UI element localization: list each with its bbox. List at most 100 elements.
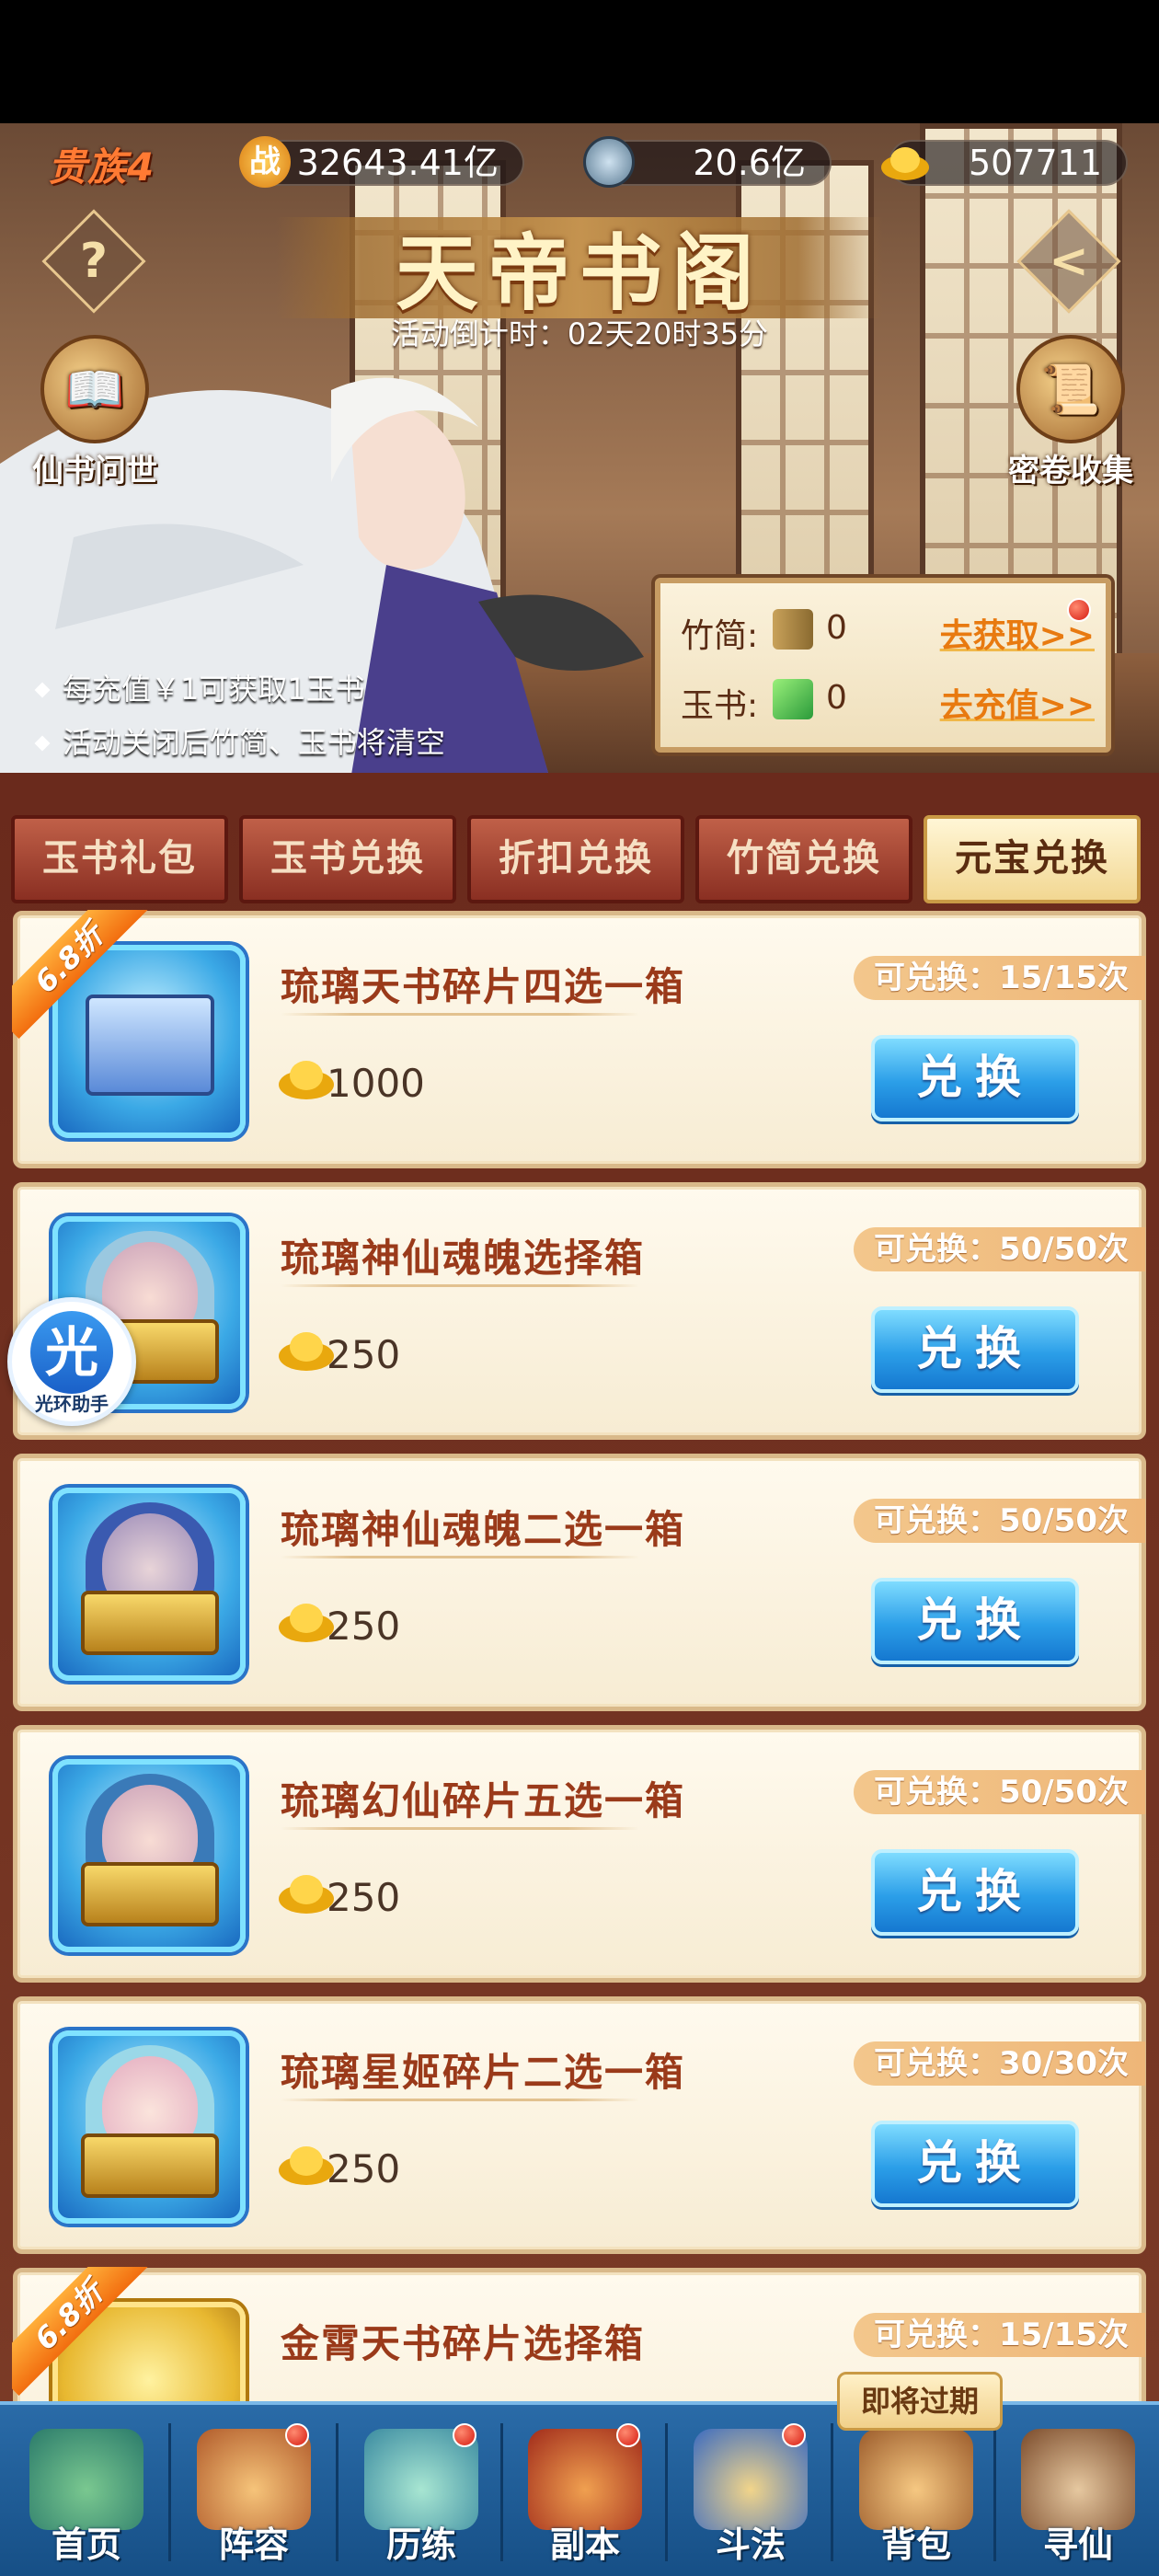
divider <box>281 1827 639 1830</box>
list-item: 琉璃星姬碎片二选一箱 250 可兑换：30/30次 兑换 <box>13 1996 1146 2254</box>
tab-jade-gift[interactable]: 玉书礼包 <box>11 815 228 903</box>
exchange-button[interactable]: 兑换 <box>871 2121 1079 2207</box>
nav-lineup[interactable]: 阵容 <box>171 2405 337 2576</box>
item-name: 琉璃星姬碎片二选一箱 <box>281 2050 686 2095</box>
scroll-icon <box>1021 2429 1135 2530</box>
list-item: 琉璃神仙魂魄二选一箱 250 可兑换：50/50次 兑换 <box>13 1454 1146 1711</box>
jade-book-icon <box>773 679 813 719</box>
jade-count: 0 <box>826 679 847 717</box>
tab-bamboo-exchange[interactable]: 竹简兑换 <box>695 815 912 903</box>
chest-icon <box>81 1591 219 1655</box>
exchange-limit: 可兑换：50/50次 <box>853 1227 1145 1271</box>
floating-assistant-button[interactable]: 光 光环助手 <box>7 1297 136 1426</box>
exchange-limit: 可兑换：50/50次 <box>853 1499 1145 1543</box>
event-rules: 每充值￥1可获取1玉书 活动关闭后竹简、玉书将清空 <box>26 662 445 769</box>
copper-display: 20.6亿 <box>583 136 832 188</box>
discount-ribbon: 6.8折 <box>12 2267 159 2401</box>
ingot-value: 507711 <box>968 143 1102 183</box>
jade-label: 玉书: <box>681 687 759 725</box>
rule-line: 每充值￥1可获取1玉书 <box>26 662 445 716</box>
exchange-limit: 可兑换：15/15次 <box>853 956 1145 1000</box>
event-countdown: 活动倒计时：02天20时35分 <box>390 316 769 351</box>
bullet-icon <box>34 735 51 752</box>
nav-label: 寻仙 <box>1042 2524 1113 2565</box>
power-icon: 战 <box>239 136 291 188</box>
item-price: 1000 <box>327 1061 425 1106</box>
vip-rank[interactable]: 贵族4 <box>48 136 155 192</box>
expiring-tip: 即将过期 <box>837 2372 1003 2431</box>
power-display: 战 32643.41亿 <box>239 136 524 188</box>
item-name: 琉璃幻仙碎片五选一箱 <box>281 1778 686 1823</box>
exchange-limit: 可兑换：15/15次 <box>853 2313 1145 2357</box>
tab-ingot-exchange[interactable]: 元宝兑换 <box>924 815 1141 903</box>
bamboo-label: 竹简: <box>681 617 759 655</box>
nav-label: 阵容 <box>218 2524 289 2565</box>
power-value: 32643.41亿 <box>296 143 499 183</box>
list-item: 6.8折 琉璃天书碎片四选一箱 1000 可兑换：15/15次 兑换 <box>12 910 1146 1168</box>
divider <box>281 1556 639 1558</box>
nav-arena[interactable]: 斗法 <box>668 2405 833 2576</box>
nav-label: 斗法 <box>715 2524 786 2565</box>
item-price: 250 <box>327 1604 401 1649</box>
chest-icon <box>81 1862 219 1926</box>
exchange-button[interactable]: 兑换 <box>871 1306 1079 1393</box>
coin-icon <box>583 136 635 188</box>
item-icon <box>52 2030 246 2224</box>
exchange-limit: 可兑换：30/30次 <box>853 2041 1145 2086</box>
scroll-collect-label: 密卷收集 <box>1008 453 1133 489</box>
nav-home[interactable]: 首页 <box>4 2405 169 2576</box>
jade-row: 玉书: 0 去充值>> <box>681 672 1104 727</box>
game-screen: { "header": { "rank": "贵族4", "power_badg… <box>0 0 1159 2576</box>
item-price: 250 <box>327 1875 401 1920</box>
tab-jade-exchange[interactable]: 玉书兑换 <box>239 815 456 903</box>
scroll-collect-button[interactable]: 📜 密卷收集 <box>990 335 1152 490</box>
tab-discount-exchange[interactable]: 折扣兑换 <box>467 815 684 903</box>
scroll-icon: 📜 <box>1016 335 1125 443</box>
recharge-link[interactable]: 去充值>> <box>940 679 1095 727</box>
question-icon: ? <box>79 234 109 289</box>
item-price: 250 <box>327 1332 401 1377</box>
nav-label: 历练 <box>385 2524 456 2565</box>
bamboo-count: 0 <box>826 609 847 647</box>
exchange-limit: 可兑换：50/50次 <box>853 1770 1145 1814</box>
tab-bar: 玉书礼包 玉书兑换 折扣兑换 竹简兑换 元宝兑换 <box>11 815 1148 903</box>
item-price: 250 <box>327 2146 401 2191</box>
nav-label: 首页 <box>51 2524 121 2565</box>
notification-dot <box>616 2423 640 2447</box>
bullet-icon <box>34 682 51 698</box>
mountain-icon <box>29 2429 143 2530</box>
nav-training[interactable]: 历练 <box>339 2405 504 2576</box>
rule-line: 活动关闭后竹简、玉书将清空 <box>26 716 445 769</box>
discount-ribbon: 6.8折 <box>12 910 159 1057</box>
notification-dot <box>1067 598 1091 622</box>
nav-seek-immortal[interactable]: 寻仙 <box>995 2405 1159 2576</box>
exchange-panel: 玉书礼包 玉书兑换 折扣兑换 竹简兑换 元宝兑换 6.8折 琉璃天书碎片四选一箱… <box>0 773 1159 2401</box>
exchange-list: 6.8折 琉璃天书碎片四选一箱 1000 可兑换：15/15次 兑换 琉璃神仙魂… <box>12 910 1146 2401</box>
back-arrow-icon: < <box>1049 234 1089 289</box>
book-debut-label: 仙书问世 <box>32 453 157 489</box>
exchange-button[interactable]: 兑换 <box>871 1849 1079 1936</box>
page-title: 天帝书阁 <box>396 225 763 322</box>
resource-panel: 竹简: 0 去获取>> 玉书: 0 去充值>> <box>655 578 1111 753</box>
item-name: 琉璃神仙魂魄选择箱 <box>281 1236 646 1281</box>
exchange-button[interactable]: 兑换 <box>871 1035 1079 1121</box>
notification-dot <box>782 2423 806 2447</box>
bamboo-row: 竹简: 0 去获取>> <box>681 602 1104 657</box>
chest-icon <box>81 2133 219 2198</box>
list-item: 琉璃幻仙碎片五选一箱 250 可兑换：50/50次 兑换 <box>13 1725 1146 1983</box>
divider <box>281 1013 639 1016</box>
bag-icon <box>859 2429 973 2530</box>
nav-dungeon[interactable]: 副本 <box>502 2405 668 2576</box>
assistant-label: 光环助手 <box>35 1393 109 1415</box>
book-debut-button[interactable]: 📖 仙书问世 <box>17 335 173 490</box>
item-name: 琉璃神仙魂魄二选一箱 <box>281 1507 686 1552</box>
item-icon <box>52 1488 246 1681</box>
bamboo-slip-icon <box>773 609 813 650</box>
item-icon <box>52 1759 246 1952</box>
status-bar <box>0 0 1159 123</box>
assistant-logo-icon: 光 <box>30 1311 113 1394</box>
book-icon: 📖 <box>40 335 149 443</box>
gold-ingot-icon <box>881 147 929 180</box>
nav-label: 背包 <box>880 2524 951 2565</box>
exchange-button[interactable]: 兑换 <box>871 1578 1079 1664</box>
